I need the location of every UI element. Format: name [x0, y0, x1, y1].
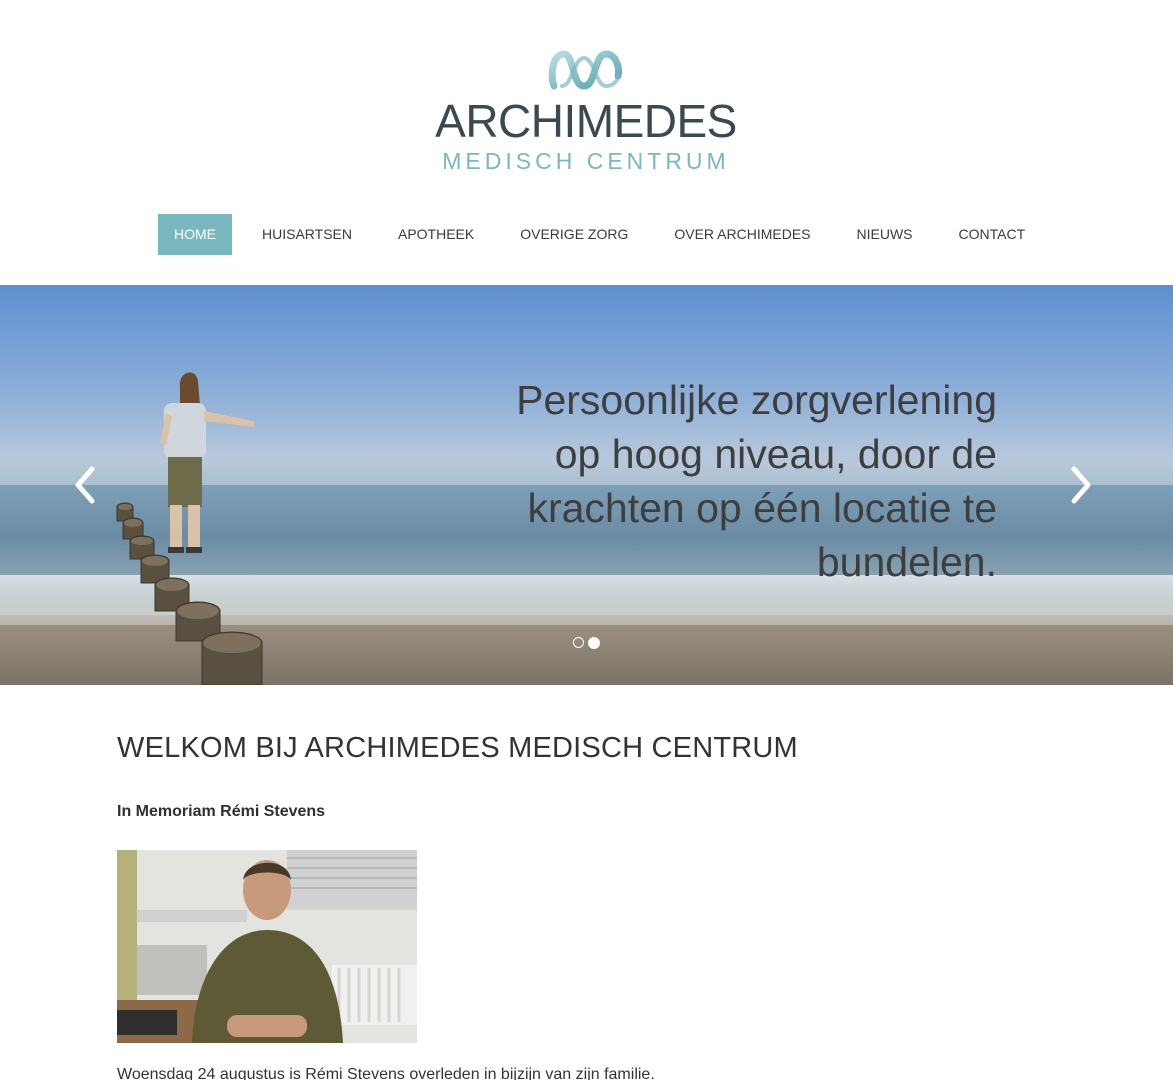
- logo-subtitle: MEDISCH CENTRUM: [442, 148, 730, 174]
- site-logo[interactable]: ARCHIMEDES MEDISCH CENTRUM: [430, 40, 742, 180]
- page-title: WELKOM BIJ ARCHIMEDES MEDISCH CENTRUM: [117, 732, 798, 764]
- archimedes-wave-logo-icon: [548, 50, 622, 90]
- nav-item-overige-zorg[interactable]: OVERIGE ZORG: [504, 214, 644, 255]
- slider-dot-2[interactable]: [588, 637, 600, 649]
- memoriam-title: In Memoriam Rémi Stevens: [117, 803, 326, 820]
- slider-next-button[interactable]: [1064, 463, 1098, 507]
- nav-item-contact[interactable]: CONTACT: [943, 214, 1042, 255]
- nav-item-huisartsen[interactable]: HUISARTSEN: [246, 214, 368, 255]
- portrait-photo: [117, 850, 417, 1043]
- nav-item-over-archimedes[interactable]: OVER ARCHIMEDES: [658, 214, 826, 255]
- chevron-right-icon: [1071, 466, 1091, 504]
- girl-standing-image: [160, 372, 254, 553]
- nav-item-apotheek[interactable]: APOTHEEK: [382, 214, 490, 255]
- chevron-left-icon: [75, 466, 95, 504]
- slider-prev-button[interactable]: [68, 463, 102, 507]
- portrait-photo-illustration: [117, 850, 417, 1043]
- logo-name: ARCHIMEDES: [435, 95, 737, 147]
- hero-slider: Persoonlijke zorgverlening op hoog nivea…: [0, 285, 1173, 685]
- memoriam-body: Woensdag 24 augustus is Rémi Stevens ove…: [117, 1066, 655, 1080]
- slider-dot-1[interactable]: [573, 637, 584, 648]
- hero-caption: Persoonlijke zorgverlening op hoog nivea…: [516, 377, 997, 585]
- slider-dots: [573, 637, 600, 649]
- nav-item-home[interactable]: HOME: [158, 214, 232, 255]
- nav-item-nieuws[interactable]: NIEUWS: [841, 214, 929, 255]
- main-nav: HOME HUISARTSEN APOTHEEK OVERIGE ZORG OV…: [158, 214, 1041, 255]
- page: ARCHIMEDES MEDISCH CENTRUM HOME HUISARTS…: [0, 0, 1173, 1080]
